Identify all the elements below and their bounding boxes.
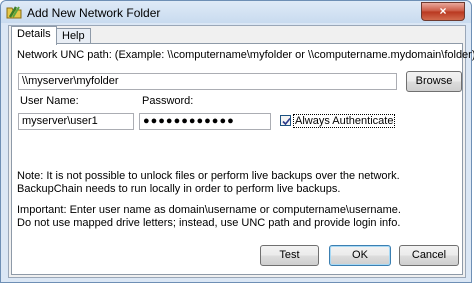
cancel-button[interactable]: Cancel: [399, 245, 459, 266]
network-folder-icon: [6, 5, 22, 19]
close-button[interactable]: ×: [421, 2, 465, 21]
browse-button-label: Browse: [415, 75, 453, 87]
test-button-label: Test: [279, 249, 300, 261]
ok-button-label: OK: [352, 249, 368, 261]
unc-path-input[interactable]: \\myserver\myfolder: [18, 73, 397, 90]
username-input[interactable]: myserver\user1: [18, 113, 134, 130]
username-label: User Name:: [20, 95, 79, 107]
important-line-2: Do not use mapped drive letters; instead…: [17, 217, 401, 229]
tab-help-label: Help: [62, 30, 85, 42]
unc-path-label: Network UNC path: (Example: \\computerna…: [17, 49, 474, 61]
tab-details[interactable]: Details: [11, 26, 57, 45]
dialog-client-area: Details Help Network UNC path: (Example:…: [8, 25, 474, 278]
tab-details-label: Details: [17, 28, 51, 40]
cancel-button-label: Cancel: [411, 249, 447, 261]
details-panel: Network UNC path: (Example: \\computerna…: [11, 43, 474, 275]
title-bar[interactable]: Add New Network Folder ×: [1, 1, 471, 23]
note-line-2: BackupChain needs to run locally in orde…: [17, 183, 341, 195]
password-label: Password:: [142, 95, 194, 107]
test-button[interactable]: Test: [260, 245, 319, 266]
important-line-1: Important: Enter user name as domain\use…: [17, 204, 401, 216]
close-icon: ×: [439, 4, 447, 18]
always-authenticate-checkbox[interactable]: [280, 115, 291, 126]
browse-button[interactable]: Browse: [406, 71, 462, 92]
always-authenticate-label[interactable]: Always Authenticate: [293, 114, 396, 128]
password-input[interactable]: ●●●●●●●●●●●●: [139, 113, 271, 130]
ok-button[interactable]: OK: [329, 245, 391, 266]
dialog-window: Add New Network Folder × Details Help Ne…: [0, 0, 474, 283]
checkmark-icon: [282, 117, 291, 126]
tab-help[interactable]: Help: [56, 28, 91, 44]
window-title: Add New Network Folder: [27, 6, 161, 20]
note-line-1: Note: It is not possible to unlock files…: [17, 170, 400, 182]
